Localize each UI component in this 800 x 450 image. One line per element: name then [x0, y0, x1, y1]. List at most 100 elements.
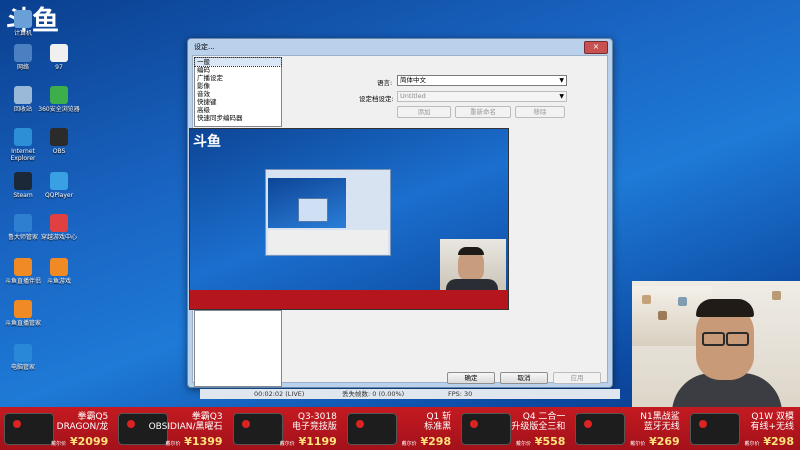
desktop-icon-label: Internet Explorer	[10, 148, 36, 162]
desktop-icon-label: 回收站	[13, 106, 32, 113]
product-item[interactable]: Q4 二合一 升级版全三和戴尔价 ¥558	[457, 407, 571, 450]
app-icon	[50, 258, 68, 276]
product-item[interactable]: Q3-3018 电子竞技版戴尔价 ¥1199	[229, 407, 343, 450]
ok-button[interactable]: 确定	[447, 372, 495, 384]
remove-profile-button[interactable]: 移除	[515, 106, 565, 118]
category-item[interactable]: 广播设定	[195, 74, 281, 82]
product-item[interactable]: N1黑战鲨 蓝牙无线戴尔价 ¥269	[571, 407, 685, 450]
apply-button[interactable]: 应用	[553, 372, 601, 384]
app-icon	[50, 172, 68, 190]
product-item[interactable]: 拳霸Q5 DRAGON/龙戴尔价 ¥2099	[0, 407, 114, 450]
chevron-down-icon: ▼	[559, 77, 564, 84]
desktop-icon-label: 360安全浏览器	[38, 106, 80, 113]
category-item[interactable]: 快捷键	[195, 98, 281, 106]
desktop-icon[interactable]: OBS	[36, 128, 82, 155]
desktop-icon[interactable]: 电脑管家	[0, 344, 46, 371]
joystick-ball-icon	[470, 420, 479, 428]
app-icon	[14, 172, 32, 190]
arcade-stick-image	[232, 413, 283, 445]
chevron-down-icon: ▼	[559, 93, 564, 100]
joystick-ball-icon	[127, 420, 136, 428]
app-icon	[14, 44, 32, 62]
shelf-item	[678, 297, 687, 306]
product-name: Q3-3018 电子竞技版	[291, 412, 337, 432]
shelf-item	[772, 291, 781, 300]
cancel-button[interactable]: 取消	[500, 372, 548, 384]
product-name: Q1 斩标准黑	[424, 412, 452, 432]
rename-profile-button[interactable]: 重新命名	[455, 106, 511, 118]
product-price: 戴尔价 ¥558	[515, 435, 566, 448]
glasses-left	[702, 332, 725, 346]
preview-nested-dialog	[298, 198, 328, 222]
language-select[interactable]: 简体中文 ▼	[397, 75, 567, 86]
desktop-icon[interactable]: 360安全浏览器	[36, 86, 82, 113]
preview-product-strip	[190, 290, 508, 309]
joystick-ball-icon	[241, 420, 250, 428]
add-profile-button[interactable]: 添加	[397, 106, 451, 118]
category-list[interactable]: 一般 编码 广播设定 影像 音效 快捷键 高级 快速同步编码器	[194, 57, 282, 127]
category-item[interactable]: 影像	[195, 82, 281, 90]
app-icon	[50, 86, 68, 104]
product-name: 拳霸Q3 OBSIDIAN/黑曜石	[148, 412, 223, 432]
desktop-icon-label: 斗鱼直播管家	[4, 320, 41, 327]
shelf-item	[658, 311, 667, 320]
arcade-stick-image	[461, 413, 512, 445]
arcade-stick-image	[4, 413, 54, 445]
profile-label: 设定档设定:	[359, 95, 394, 103]
profile-select[interactable]: Untitled ▼	[397, 91, 567, 102]
desktop-icon[interactable]: 97	[36, 44, 82, 71]
product-name: Q4 二合一 升级版全三和	[511, 412, 566, 432]
product-strip: 拳霸Q5 DRAGON/龙 戴尔价 ¥2099 拳霸Q3 OBSIDIAN/黑曜石 戴尔价…	[0, 407, 800, 450]
desktop-icon-label: Steam	[13, 192, 33, 199]
category-item[interactable]: 快速同步编码器	[195, 114, 281, 122]
category-item[interactable]: 一般	[194, 57, 282, 67]
fps-readout: FPS: 30	[448, 390, 473, 398]
dialog-title: 设定...	[194, 43, 215, 51]
arcade-stick-image	[346, 413, 397, 445]
desktop-icon[interactable]: 计算机	[0, 10, 46, 37]
preview-window	[265, 169, 391, 256]
desktop-icon-label: 鲁大师管家	[7, 234, 38, 241]
app-icon	[14, 10, 32, 28]
arcade-stick-image	[689, 413, 740, 445]
desktop-icon-label: 97	[55, 64, 63, 71]
desktop-icon-label: 穿越游戏中心	[40, 234, 77, 241]
desktop-icon-label: QQPlayer	[44, 192, 74, 199]
product-price: 戴尔价 ¥298	[744, 435, 794, 448]
product-price: 戴尔价 ¥1399	[165, 435, 223, 448]
product-price: 戴尔价 ¥269	[630, 435, 680, 448]
streamer-hair	[696, 299, 754, 317]
dropped-frames: 丢失帧数: 0 (0.00%)	[342, 390, 405, 398]
status-bar: 00:02:02 (LIVE) 丢失帧数: 0 (0.00%) FPS: 30	[200, 389, 620, 399]
preview-hair	[458, 247, 484, 255]
stream-time: 00:02:02 (LIVE)	[254, 390, 305, 398]
category-item[interactable]: 编码	[195, 66, 281, 74]
desktop-icon[interactable]: 穿越游戏中心	[36, 214, 82, 241]
language-value: 简体中文	[400, 76, 426, 84]
desktop-icon[interactable]: 斗鱼直播管家	[0, 300, 46, 327]
category-item[interactable]: 高级	[195, 106, 281, 114]
product-name: 拳霸Q5 DRAGON/龙	[56, 412, 109, 432]
desktop-icon-label: 网络	[16, 64, 29, 71]
product-name: N1黑战鲨 蓝牙无线	[640, 412, 680, 432]
product-item[interactable]: 拳霸Q3 OBSIDIAN/黑曜石戴尔价 ¥1399	[114, 407, 228, 450]
app-icon	[50, 214, 68, 232]
product-item[interactable]: Q1W 双模 有线+无线 戴尔价 ¥298	[686, 407, 800, 450]
profile-value: Untitled	[400, 92, 426, 100]
category-item[interactable]: 音效	[195, 90, 281, 98]
joystick-ball-icon	[13, 420, 21, 428]
joystick-ball-icon	[355, 420, 364, 428]
desktop-icon[interactable]: QQPlayer	[36, 172, 82, 199]
stream-preview: 斗鱼	[189, 128, 509, 310]
shelf-item	[642, 295, 651, 304]
product-price: 戴尔价 ¥2099	[51, 435, 109, 448]
desktop-icon[interactable]: 斗鱼游戏	[36, 258, 82, 285]
language-label: 语言:	[377, 79, 393, 87]
app-icon	[14, 344, 32, 362]
product-item[interactable]: Q1 斩标准黑 戴尔价 ¥298	[343, 407, 457, 450]
category-list-lower	[194, 310, 282, 387]
product-price: 戴尔价 ¥1199	[279, 435, 337, 448]
desktop-icon-label: 电脑管家	[10, 364, 35, 371]
desktop-icon-label: 斗鱼游戏	[46, 278, 71, 285]
close-button[interactable]: ×	[584, 41, 608, 54]
